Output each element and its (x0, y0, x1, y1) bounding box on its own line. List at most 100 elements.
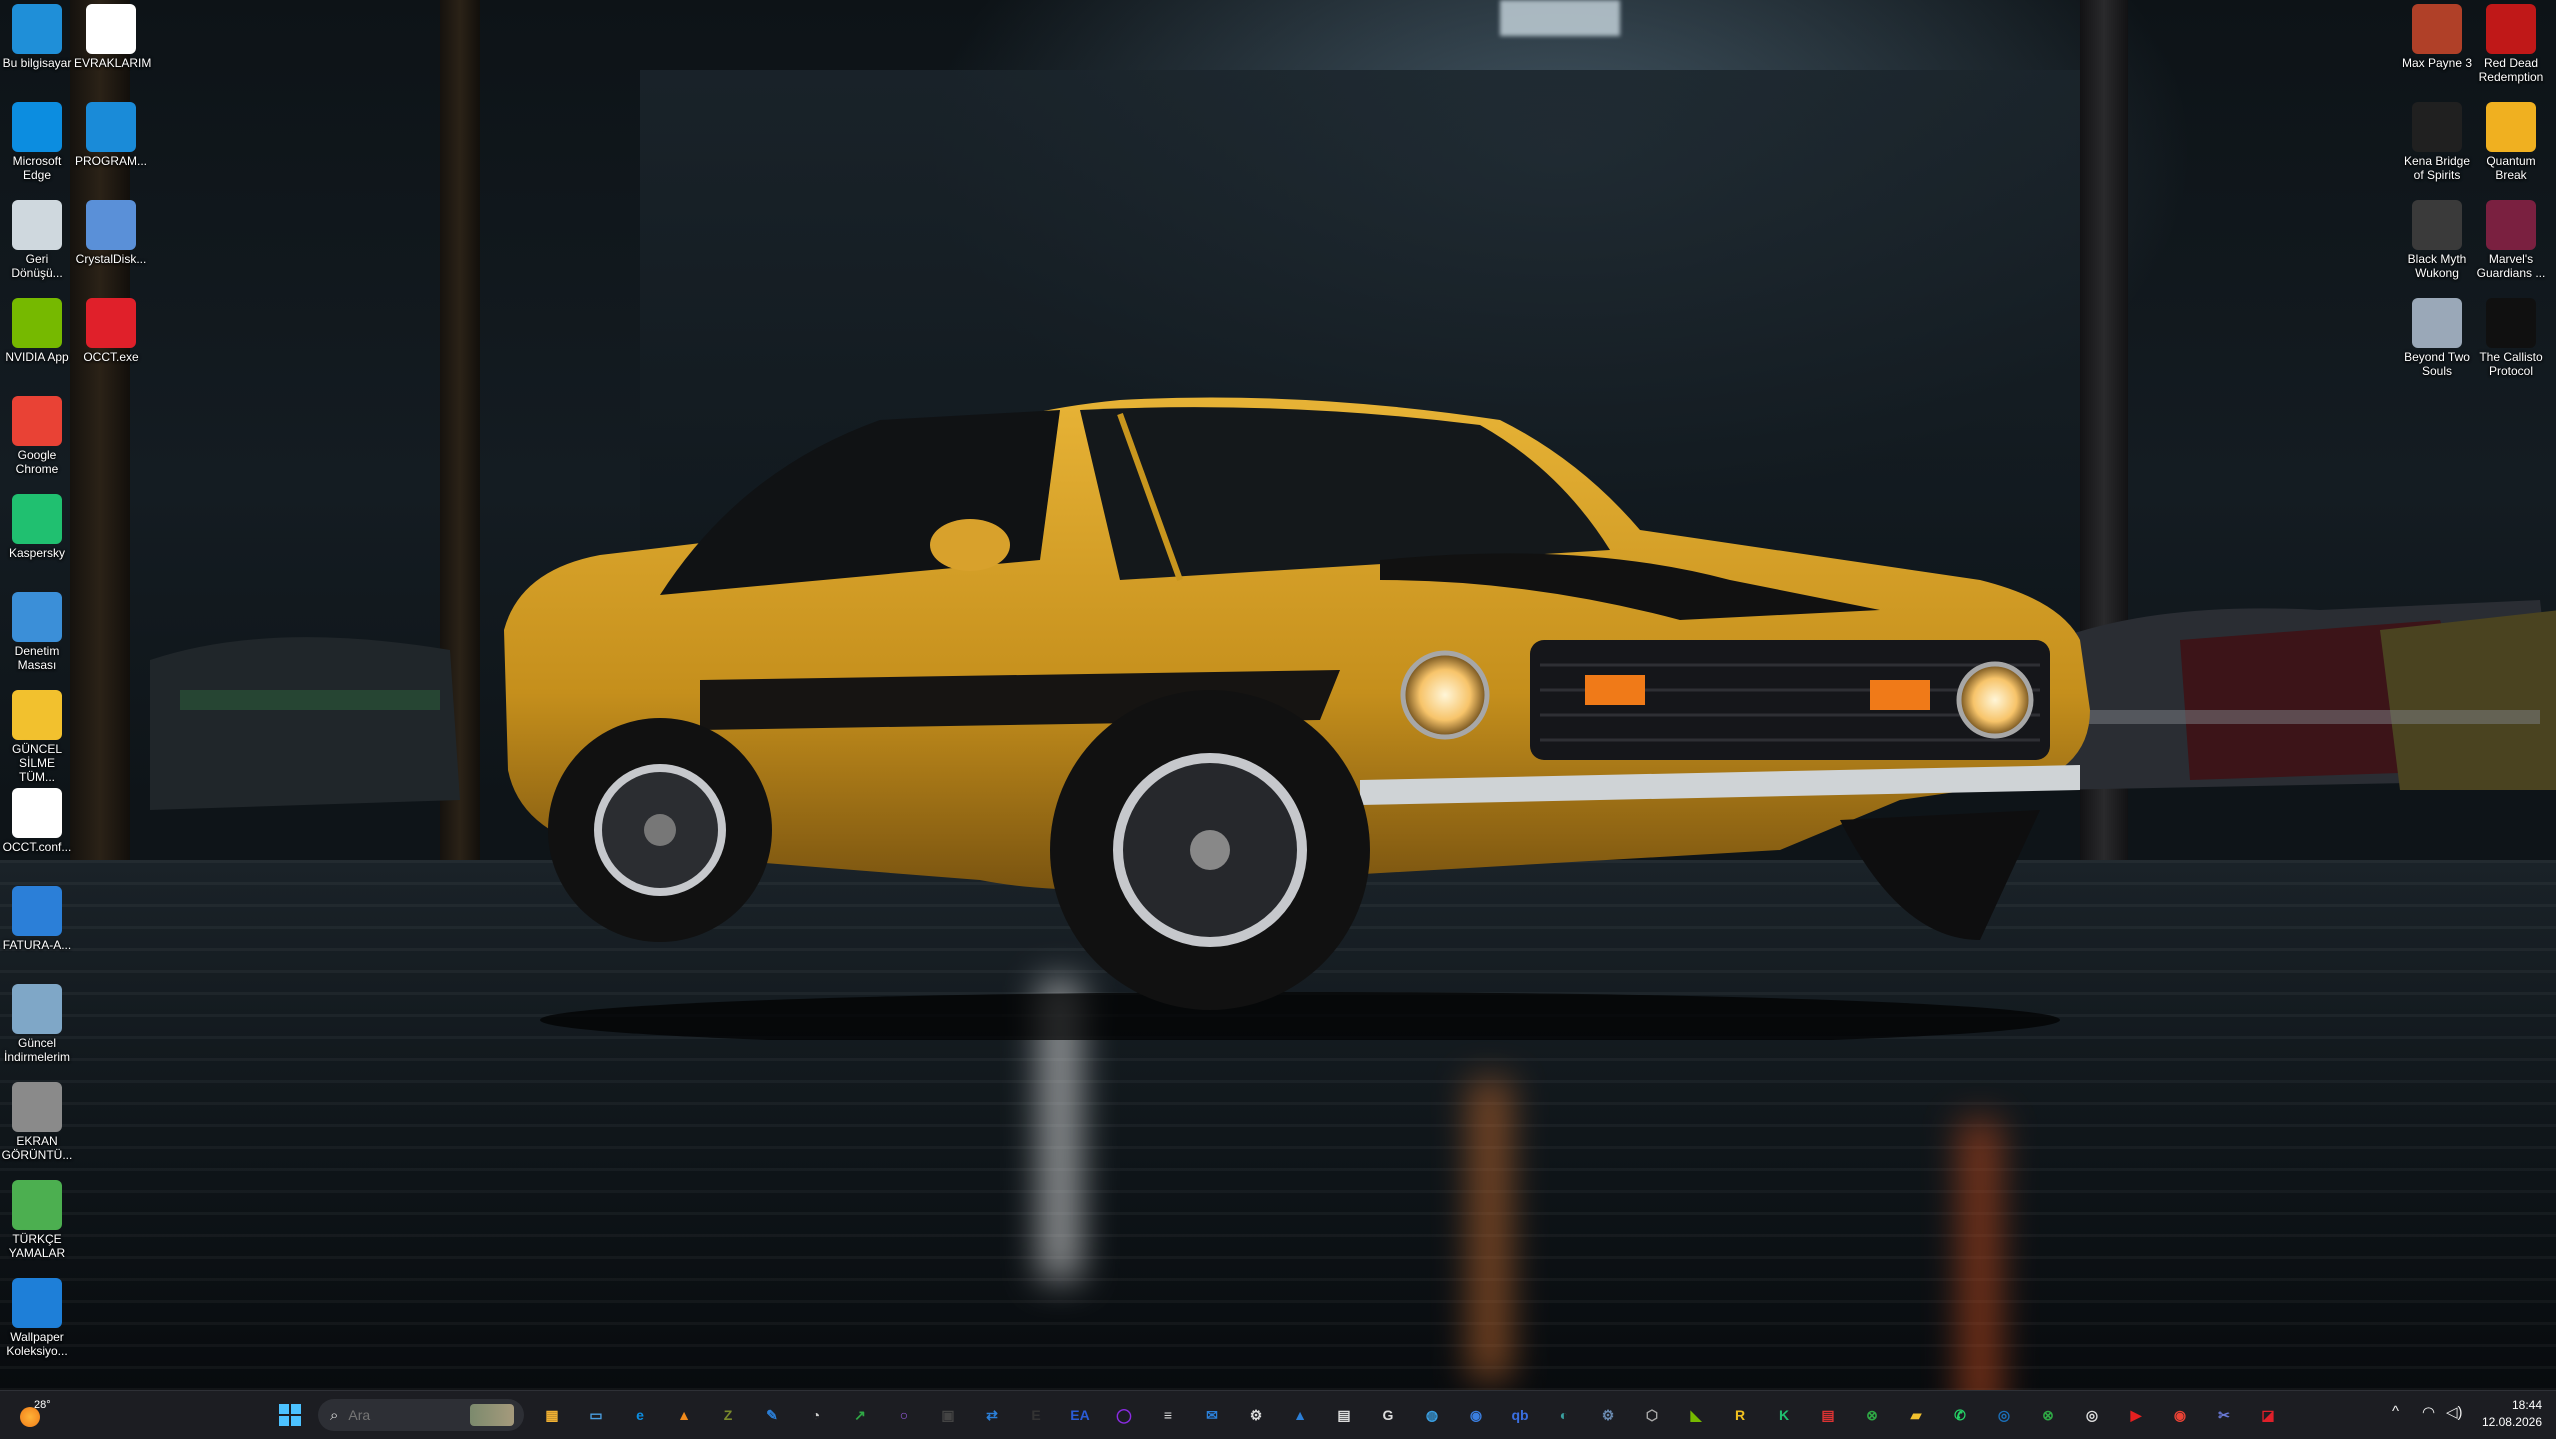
taskbar-app-ea[interactable]: EA (1060, 1395, 1100, 1435)
taskbar-app-gear[interactable]: ⚙ (1236, 1395, 1276, 1435)
calculator-icon: ▤ (1337, 1406, 1351, 1423)
taskbar-app-logitech[interactable]: G (1368, 1395, 1408, 1435)
taskbar-app-nvidia[interactable]: ◣ (1676, 1395, 1716, 1435)
search-input[interactable] (346, 1406, 461, 1424)
network-icon: ◐ (1559, 1407, 1569, 1423)
taskbar-app-edge[interactable]: e (620, 1395, 660, 1435)
taskbar-app-qbittorrent[interactable]: qb (1500, 1395, 1540, 1435)
taskbar: 28° ⌕ ▦ ▭ e ▲ Z ✎ ◔ ↗ ○ ▣ ⇄ E EA ◯ ≡ ✉ ⚙ ▲ ▤ G ◍ ◉ qb ◐ ⚙ ⬡ ◣ R K ▤ ⊗ ▰… (0, 1390, 2556, 1439)
clock[interactable]: 18:44 12.08.2026 (2482, 1397, 2542, 1431)
desktop-icon-label: Google Chrome (15, 448, 59, 476)
desktop-icon-max-payne[interactable]: Max Payne 3 (2400, 0, 2474, 70)
tree-icon (12, 1180, 62, 1230)
desktop-icon-monitor[interactable]: Bu bilgisayar (0, 0, 74, 70)
start-button[interactable] (270, 1395, 310, 1435)
taskbar-app-kaspersky[interactable]: K (1764, 1395, 1804, 1435)
taskbar-app-green-app[interactable]: ↗ (840, 1395, 880, 1435)
taskbar-app-whatsapp[interactable]: ✆ (1940, 1395, 1980, 1435)
taskbar-app-epic[interactable]: E (1016, 1395, 1056, 1435)
occt-icon (86, 298, 136, 348)
desktop-icon-folder[interactable]: GÜNCEL SİLME TÜM... (0, 686, 74, 784)
ceiling-light (1500, 0, 1620, 36)
taskbar-app-settings[interactable]: ⚙ (1588, 1395, 1628, 1435)
desktop-icon-program[interactable]: PROGRAM... (74, 98, 148, 168)
taskbar-app-speed[interactable]: ◔ (796, 1395, 836, 1435)
desktop-icon-label: EKRAN GÖRÜNTÜ... (1, 1134, 73, 1162)
desktop-icon-callisto[interactable]: The Callisto Protocol (2474, 294, 2548, 378)
ring-icon: ◯ (1116, 1406, 1132, 1423)
gear-icon: ⚙ (1249, 1406, 1263, 1423)
desktop-icon-guardians[interactable]: Marvel's Guardians ... (2474, 196, 2548, 280)
taskbar-app-browser[interactable]: ◉ (1456, 1395, 1496, 1435)
desktop-icon-label: FATURA-A... (2, 938, 72, 952)
taskbar-app-circle-target[interactable]: ◎ (2072, 1395, 2112, 1435)
desktop-icon-label: Beyond Two Souls (2404, 350, 2470, 378)
taskbar-app-folder[interactable]: ▰ (1896, 1395, 1936, 1435)
desktop-icon-beyond[interactable]: Beyond Two Souls (2400, 294, 2474, 378)
taskbar-app-notepad[interactable]: ✎ (752, 1395, 792, 1435)
taskbar-app-document[interactable]: ▤ (1808, 1395, 1848, 1435)
media-icon: ▣ (941, 1406, 955, 1423)
taskbar-app-xbox[interactable]: ⊗ (2028, 1395, 2068, 1435)
taskbar-app-youtube-music[interactable]: ▶ (2116, 1395, 2156, 1435)
parked-cars (2030, 600, 2556, 790)
desktop-icon-chrome[interactable]: Google Chrome (0, 392, 74, 476)
speed-icon: ◔ (811, 1407, 821, 1423)
desktop-icon-search-folder[interactable]: Güncel İndirmelerim (0, 980, 74, 1064)
taskbar-app-cpuz[interactable]: Z (708, 1395, 748, 1435)
desktop-icon-app-window[interactable]: FATURA-A... (0, 882, 74, 952)
desktop-icon-zip[interactable]: EKRAN GÖRÜNTÜ... (0, 1078, 74, 1162)
weather-widget[interactable]: 28° (18, 1399, 78, 1431)
desktop-icon-rdr[interactable]: Red Dead Redemption (2474, 0, 2548, 84)
taskbar-app-globe[interactable]: ◍ (1412, 1395, 1452, 1435)
desktop-icon-folder-outline[interactable]: EVRAKLARIM (74, 0, 151, 70)
nvidia-icon: ◣ (1690, 1406, 1702, 1423)
taskbar-app-xbox-game[interactable]: ⊗ (1852, 1395, 1892, 1435)
taskbar-app-cube[interactable]: ⬡ (1632, 1395, 1672, 1435)
taskbar-app-vlc[interactable]: ▲ (664, 1395, 704, 1435)
desktop-icon-label: PROGRAM... (74, 154, 147, 168)
taskbar-app-explorer-window[interactable]: ▭ (576, 1395, 616, 1435)
taskbar-app-stack[interactable]: ≡ (1148, 1395, 1188, 1435)
desktop-icon-kaspersky[interactable]: Kaspersky (0, 490, 74, 560)
desktop-icon-tree[interactable]: TÜRKÇE YAMALAR (0, 1176, 74, 1260)
desktop-icon-edge[interactable]: Microsoft Edge (0, 98, 74, 182)
desktop-icon-file[interactable]: OCCT.conf... (0, 784, 74, 854)
taskbar-app-network[interactable]: ◐ (1544, 1395, 1584, 1435)
desktop-icon-recycle-bin[interactable]: Geri Dönüşü... (0, 196, 74, 280)
desktop-icon-nvidia[interactable]: NVIDIA App (0, 294, 74, 364)
file-icon (12, 788, 62, 838)
desktop-icon-accessibility[interactable]: Wallpaper Koleksiyo... (0, 1274, 74, 1358)
taskbar-app-steam[interactable]: ◎ (1984, 1395, 2024, 1435)
chevron-up-icon[interactable]: ^ (2392, 1403, 2399, 1420)
volume-icon[interactable]: ◁) (2446, 1403, 2463, 1421)
taskbar-app-photos[interactable]: ▲ (1280, 1395, 1320, 1435)
widget-icon: ▦ (545, 1406, 559, 1423)
desktop-icon-label: Güncel İndirmelerim (3, 1036, 70, 1064)
taskbar-app-occt[interactable]: ◪ (2248, 1395, 2288, 1435)
desktop-icon-label: Denetim Masası (14, 644, 60, 672)
desktop-icon-crystaldisk[interactable]: CrystalDisk... (74, 196, 148, 266)
taskbar-app-media[interactable]: ▣ (928, 1395, 968, 1435)
taskbar-search[interactable]: ⌕ (318, 1399, 524, 1431)
beyond-icon (2412, 298, 2462, 348)
desktop-icon-quantum-break[interactable]: Quantum Break (2474, 98, 2548, 182)
desktop-icon-kena[interactable]: Kena Bridge of Spirits (2400, 98, 2474, 182)
desktop-icon-occt[interactable]: OCCT.exe (74, 294, 148, 364)
desktop-icon-label: Geri Dönüşü... (11, 252, 63, 280)
taskbar-app-screenshot[interactable]: ✂ (2204, 1395, 2244, 1435)
taskbar-app-chrome[interactable]: ◉ (2160, 1395, 2200, 1435)
desktop-icon-control-panel[interactable]: Denetim Masası (0, 588, 74, 672)
taskbar-app-share[interactable]: ⇄ (972, 1395, 1012, 1435)
wifi-icon[interactable]: ◠ (2422, 1403, 2435, 1421)
chrome-icon: ◉ (2173, 1406, 2187, 1423)
taskbar-app-r-app[interactable]: R (1720, 1395, 1760, 1435)
taskbar-app-ring[interactable]: ◯ (1104, 1395, 1144, 1435)
qbittorrent-icon: qb (1511, 1407, 1529, 1423)
taskbar-app-circle-app[interactable]: ○ (884, 1395, 924, 1435)
taskbar-app-calculator[interactable]: ▤ (1324, 1395, 1364, 1435)
occt-icon: ◪ (2261, 1406, 2275, 1423)
desktop-icon-wukong[interactable]: Black Myth Wukong (2400, 196, 2474, 280)
taskbar-app-mail[interactable]: ✉ (1192, 1395, 1232, 1435)
taskbar-app-widget[interactable]: ▦ (532, 1395, 572, 1435)
